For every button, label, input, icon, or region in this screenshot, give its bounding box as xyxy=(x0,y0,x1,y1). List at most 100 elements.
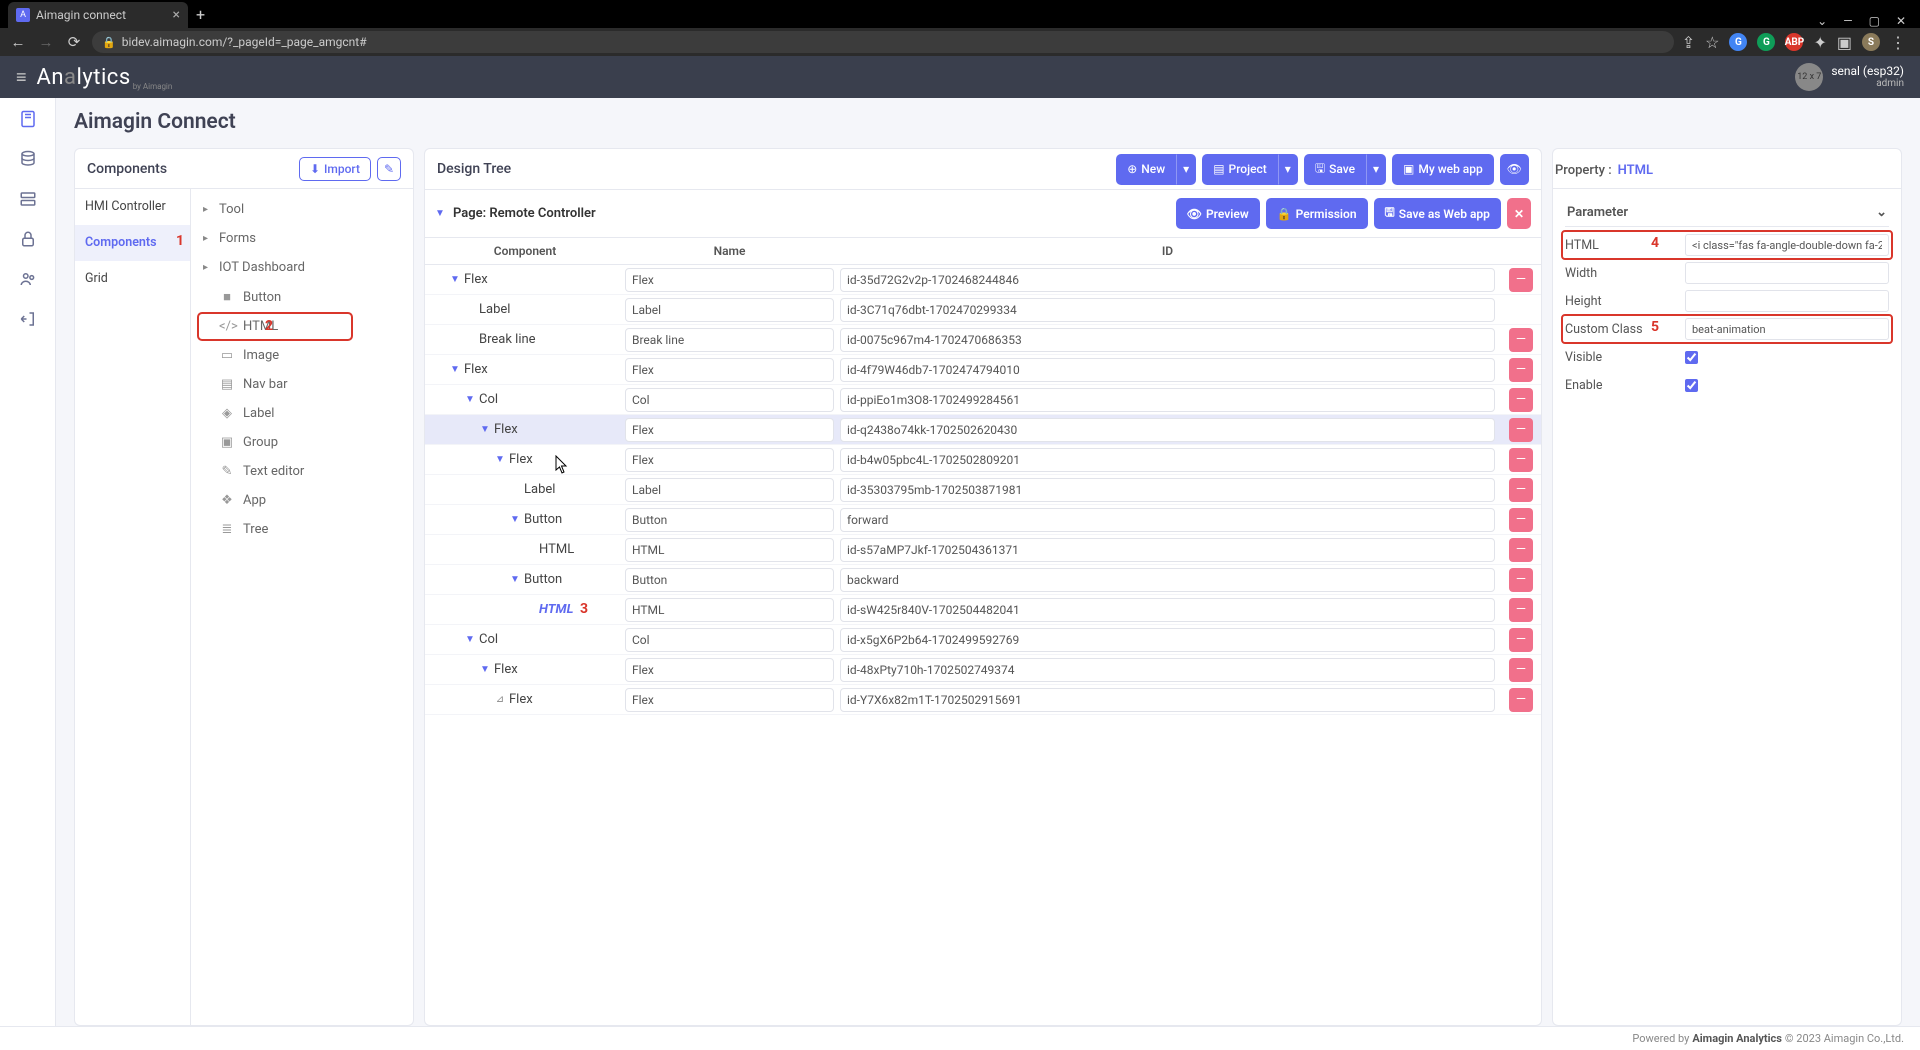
delete-page-button[interactable]: ✕ xyxy=(1507,198,1531,229)
permission-button[interactable]: 🔒 Permission xyxy=(1266,198,1368,229)
rail-server-icon[interactable] xyxy=(17,188,39,210)
rail-lock-icon[interactable] xyxy=(17,228,39,250)
tree-name-input[interactable] xyxy=(625,298,834,322)
tree-row[interactable]: ▼Flex— xyxy=(425,445,1541,475)
browser-tab[interactable]: A Aimagin connect × xyxy=(8,2,188,28)
tree-caret-icon[interactable]: ▼ xyxy=(465,634,475,645)
tree-row[interactable]: ▼Flex— xyxy=(425,355,1541,385)
component-item-text-editor[interactable]: ✎Text editor xyxy=(191,457,413,486)
tree-id-input[interactable] xyxy=(840,298,1495,322)
property-input[interactable] xyxy=(1685,318,1889,340)
components-tab-hmi-controller[interactable]: HMI Controller xyxy=(75,189,190,225)
delete-row-button[interactable]: — xyxy=(1509,598,1533,622)
tree-row[interactable]: ⊿Flex— xyxy=(425,685,1541,715)
url-bar[interactable]: 🔒 bidev.aimagin.com/?_pageId=_page_amgcn… xyxy=(92,31,1674,53)
tree-id-input[interactable] xyxy=(840,358,1495,382)
reload-icon[interactable]: ⟳ xyxy=(64,33,84,51)
tree-name-input[interactable] xyxy=(625,658,834,682)
tree-name-input[interactable] xyxy=(625,568,834,592)
tree-row[interactable]: HTML— xyxy=(425,535,1541,565)
delete-row-button[interactable]: — xyxy=(1509,538,1533,562)
component-item-tree[interactable]: ≣Tree xyxy=(191,515,413,544)
new-button[interactable]: ⊕ New xyxy=(1116,154,1176,185)
tree-caret-icon[interactable]: ▼ xyxy=(510,574,520,585)
component-item-group[interactable]: ▣Group xyxy=(191,428,413,457)
delete-row-button[interactable]: — xyxy=(1509,448,1533,472)
tree-name-input[interactable] xyxy=(625,418,834,442)
delete-row-button[interactable]: — xyxy=(1509,688,1533,712)
delete-row-button[interactable]: — xyxy=(1509,328,1533,352)
component-item-tool[interactable]: ▸Tool xyxy=(191,195,413,224)
tree-caret-icon[interactable]: ▼ xyxy=(450,274,460,285)
star-icon[interactable]: ☆ xyxy=(1705,33,1719,52)
property-checkbox[interactable] xyxy=(1685,379,1698,392)
tree-caret-icon[interactable]: ▼ xyxy=(510,514,520,525)
tree-row[interactable]: ▼Col— xyxy=(425,385,1541,415)
tree-id-input[interactable] xyxy=(840,658,1495,682)
component-item-image[interactable]: ▭Image xyxy=(191,341,413,370)
tree-row[interactable]: ▼Flex— xyxy=(425,265,1541,295)
component-item-forms[interactable]: ▸Forms xyxy=(191,224,413,253)
delete-row-button[interactable]: — xyxy=(1509,418,1533,442)
tree-row[interactable]: Break line— xyxy=(425,325,1541,355)
tree-row[interactable]: ▼Col— xyxy=(425,625,1541,655)
project-dropdown[interactable]: ▾ xyxy=(1278,154,1298,185)
tree-name-input[interactable] xyxy=(625,688,834,712)
components-tab-grid[interactable]: Grid xyxy=(75,261,190,297)
tree-id-input[interactable] xyxy=(840,628,1495,652)
property-checkbox[interactable] xyxy=(1685,351,1698,364)
save-as-webapp-button[interactable]: 🖫 Save as Web app xyxy=(1374,198,1501,229)
tree-id-input[interactable] xyxy=(840,688,1495,712)
project-button[interactable]: ▤ Project xyxy=(1202,154,1278,185)
forward-icon[interactable]: → xyxy=(36,33,56,51)
component-item-button[interactable]: ■Button xyxy=(191,282,413,312)
back-icon[interactable]: ← xyxy=(8,33,28,51)
rail-logout-icon[interactable] xyxy=(17,308,39,330)
delete-row-button[interactable]: — xyxy=(1509,508,1533,532)
delete-row-button[interactable]: — xyxy=(1509,388,1533,412)
rail-database-icon[interactable] xyxy=(17,148,39,170)
menu-dots-icon[interactable]: ⋮ xyxy=(1890,33,1906,52)
rail-users-icon[interactable] xyxy=(17,268,39,290)
tree-name-input[interactable] xyxy=(625,598,834,622)
preview-eye-button[interactable]: 👁 xyxy=(1500,154,1529,185)
tree-caret-icon[interactable]: ▼ xyxy=(480,664,490,675)
tree-row[interactable]: ▼Flex— xyxy=(425,655,1541,685)
property-input[interactable] xyxy=(1685,234,1889,256)
tree-caret-icon[interactable]: ▼ xyxy=(450,364,460,375)
component-item-label[interactable]: ◈Label xyxy=(191,399,413,428)
tree-caret-right-icon[interactable]: ⊿ xyxy=(495,694,505,705)
tree-name-input[interactable] xyxy=(625,508,834,532)
close-window-icon[interactable]: ✕ xyxy=(1896,14,1906,28)
components-tab-components[interactable]: Components1 xyxy=(75,225,190,261)
component-item-app[interactable]: ❖App xyxy=(191,486,413,515)
import-button[interactable]: ⬇ Import xyxy=(299,157,371,181)
delete-row-button[interactable]: — xyxy=(1509,268,1533,292)
tree-id-input[interactable] xyxy=(840,478,1495,502)
delete-row-button[interactable]: — xyxy=(1509,658,1533,682)
page-caret-icon[interactable]: ▼ xyxy=(435,208,445,219)
tree-caret-icon[interactable]: ▼ xyxy=(480,424,490,435)
tab-close-icon[interactable]: × xyxy=(173,7,180,23)
tree-id-input[interactable] xyxy=(840,598,1495,622)
profile-avatar-icon[interactable]: S xyxy=(1862,33,1880,51)
tree-row[interactable]: Label xyxy=(425,295,1541,325)
tree-name-input[interactable] xyxy=(625,478,834,502)
tree-row[interactable]: ▼Button— xyxy=(425,505,1541,535)
edit-components-button[interactable]: ✎ xyxy=(377,157,401,181)
tree-id-input[interactable] xyxy=(840,388,1495,412)
save-dropdown[interactable]: ▾ xyxy=(1366,154,1386,185)
save-button[interactable]: 🖫 Save xyxy=(1304,154,1366,185)
tree-id-input[interactable] xyxy=(840,448,1495,472)
user-area[interactable]: 12 x 7 senal (esp32) admin xyxy=(1795,63,1904,91)
tree-name-input[interactable] xyxy=(625,268,834,292)
caret-down-icon[interactable]: ⌄ xyxy=(1817,14,1827,28)
side-panel-icon[interactable]: ▣ xyxy=(1837,33,1852,52)
tree-caret-icon[interactable]: ▼ xyxy=(495,454,505,465)
minimize-icon[interactable]: — xyxy=(1843,14,1852,28)
component-item-nav-bar[interactable]: ▤Nav bar xyxy=(191,370,413,399)
tree-id-input[interactable] xyxy=(840,418,1495,442)
tree-id-input[interactable] xyxy=(840,538,1495,562)
tree-name-input[interactable] xyxy=(625,448,834,472)
abp-icon[interactable]: ABP xyxy=(1785,33,1803,51)
